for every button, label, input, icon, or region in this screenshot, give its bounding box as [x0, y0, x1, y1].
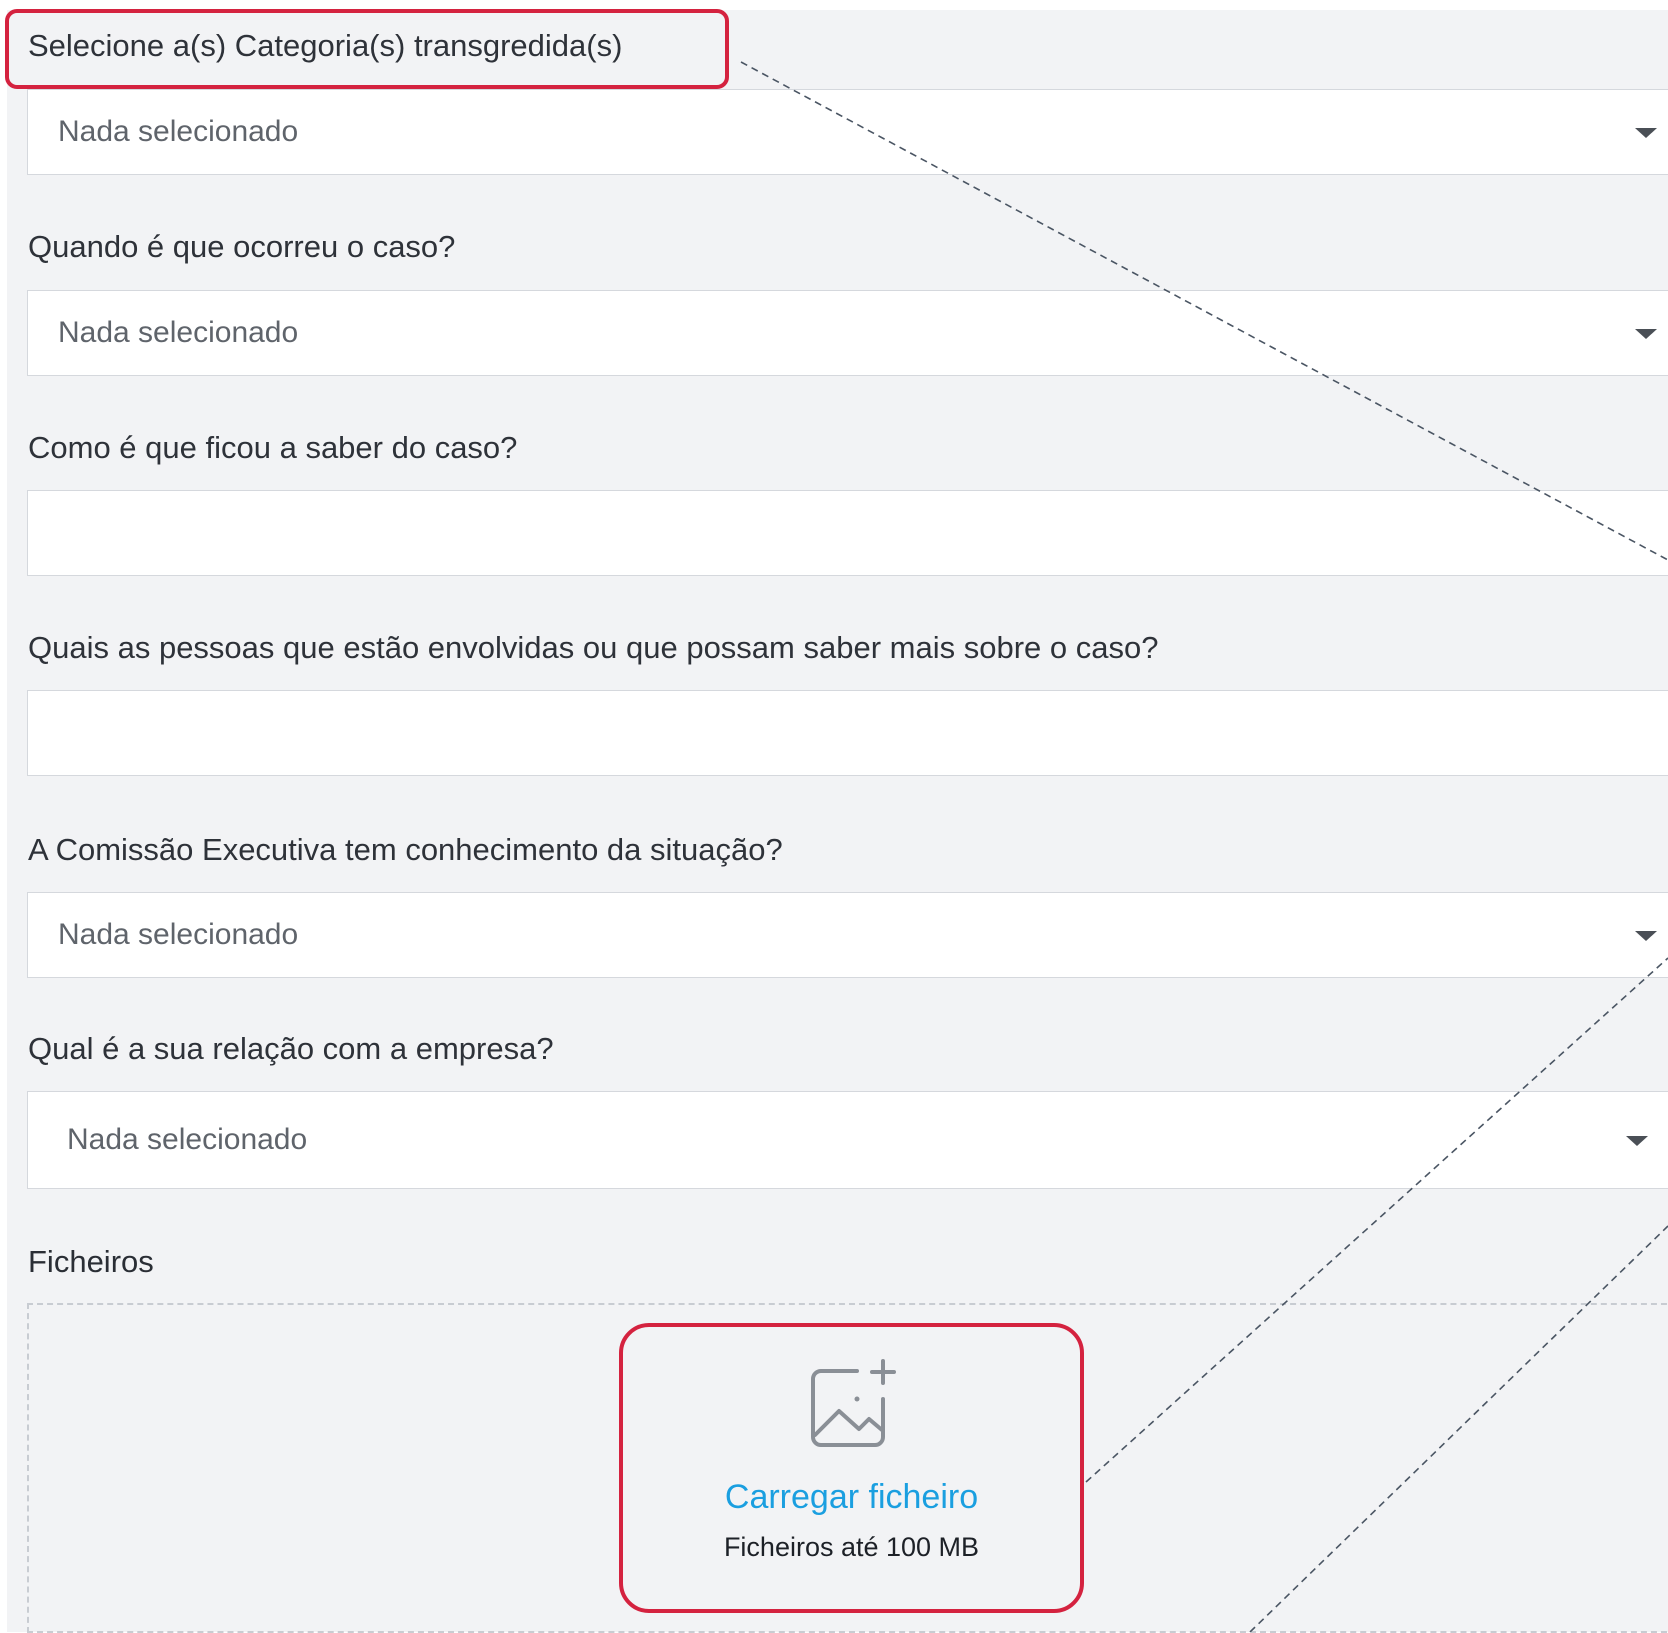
how-known-input[interactable]	[27, 490, 1668, 576]
when-select[interactable]: Nada selecionado	[27, 290, 1668, 376]
categories-label: Selecione a(s) Categoria(s) transgredida…	[28, 28, 623, 63]
how-known-label: Como é que ficou a saber do caso?	[28, 430, 518, 465]
files-label: Ficheiros	[28, 1244, 154, 1279]
committee-select[interactable]: Nada selecionado	[27, 892, 1668, 978]
upload-size-hint: Ficheiros até 100 MB	[723, 1532, 980, 1562]
chevron-down-icon	[1635, 931, 1657, 941]
when-select-value: Nada selecionado	[58, 316, 299, 349]
categories-select-value: Nada selecionado	[58, 115, 299, 148]
categories-select[interactable]: Nada selecionado	[27, 89, 1668, 175]
relation-select-value: Nada selecionado	[67, 1123, 308, 1156]
chevron-down-icon	[1635, 329, 1657, 339]
committee-select-value: Nada selecionado	[58, 918, 299, 951]
relation-label: Qual é a sua relação com a empresa?	[28, 1031, 554, 1066]
upload-file-link[interactable]: Carregar ficheiro	[619, 1478, 1084, 1517]
chevron-down-icon	[1635, 128, 1657, 138]
image-add-icon	[811, 1359, 896, 1447]
when-label: Quando é que ocorreu o caso?	[28, 229, 456, 264]
chevron-down-icon	[1626, 1136, 1648, 1146]
relation-select[interactable]: Nada selecionado	[27, 1091, 1668, 1189]
people-label: Quais as pessoas que estão envolvidas ou…	[28, 630, 1159, 665]
people-input[interactable]	[27, 690, 1668, 776]
committee-label: A Comissão Executiva tem conhecimento da…	[28, 832, 783, 867]
